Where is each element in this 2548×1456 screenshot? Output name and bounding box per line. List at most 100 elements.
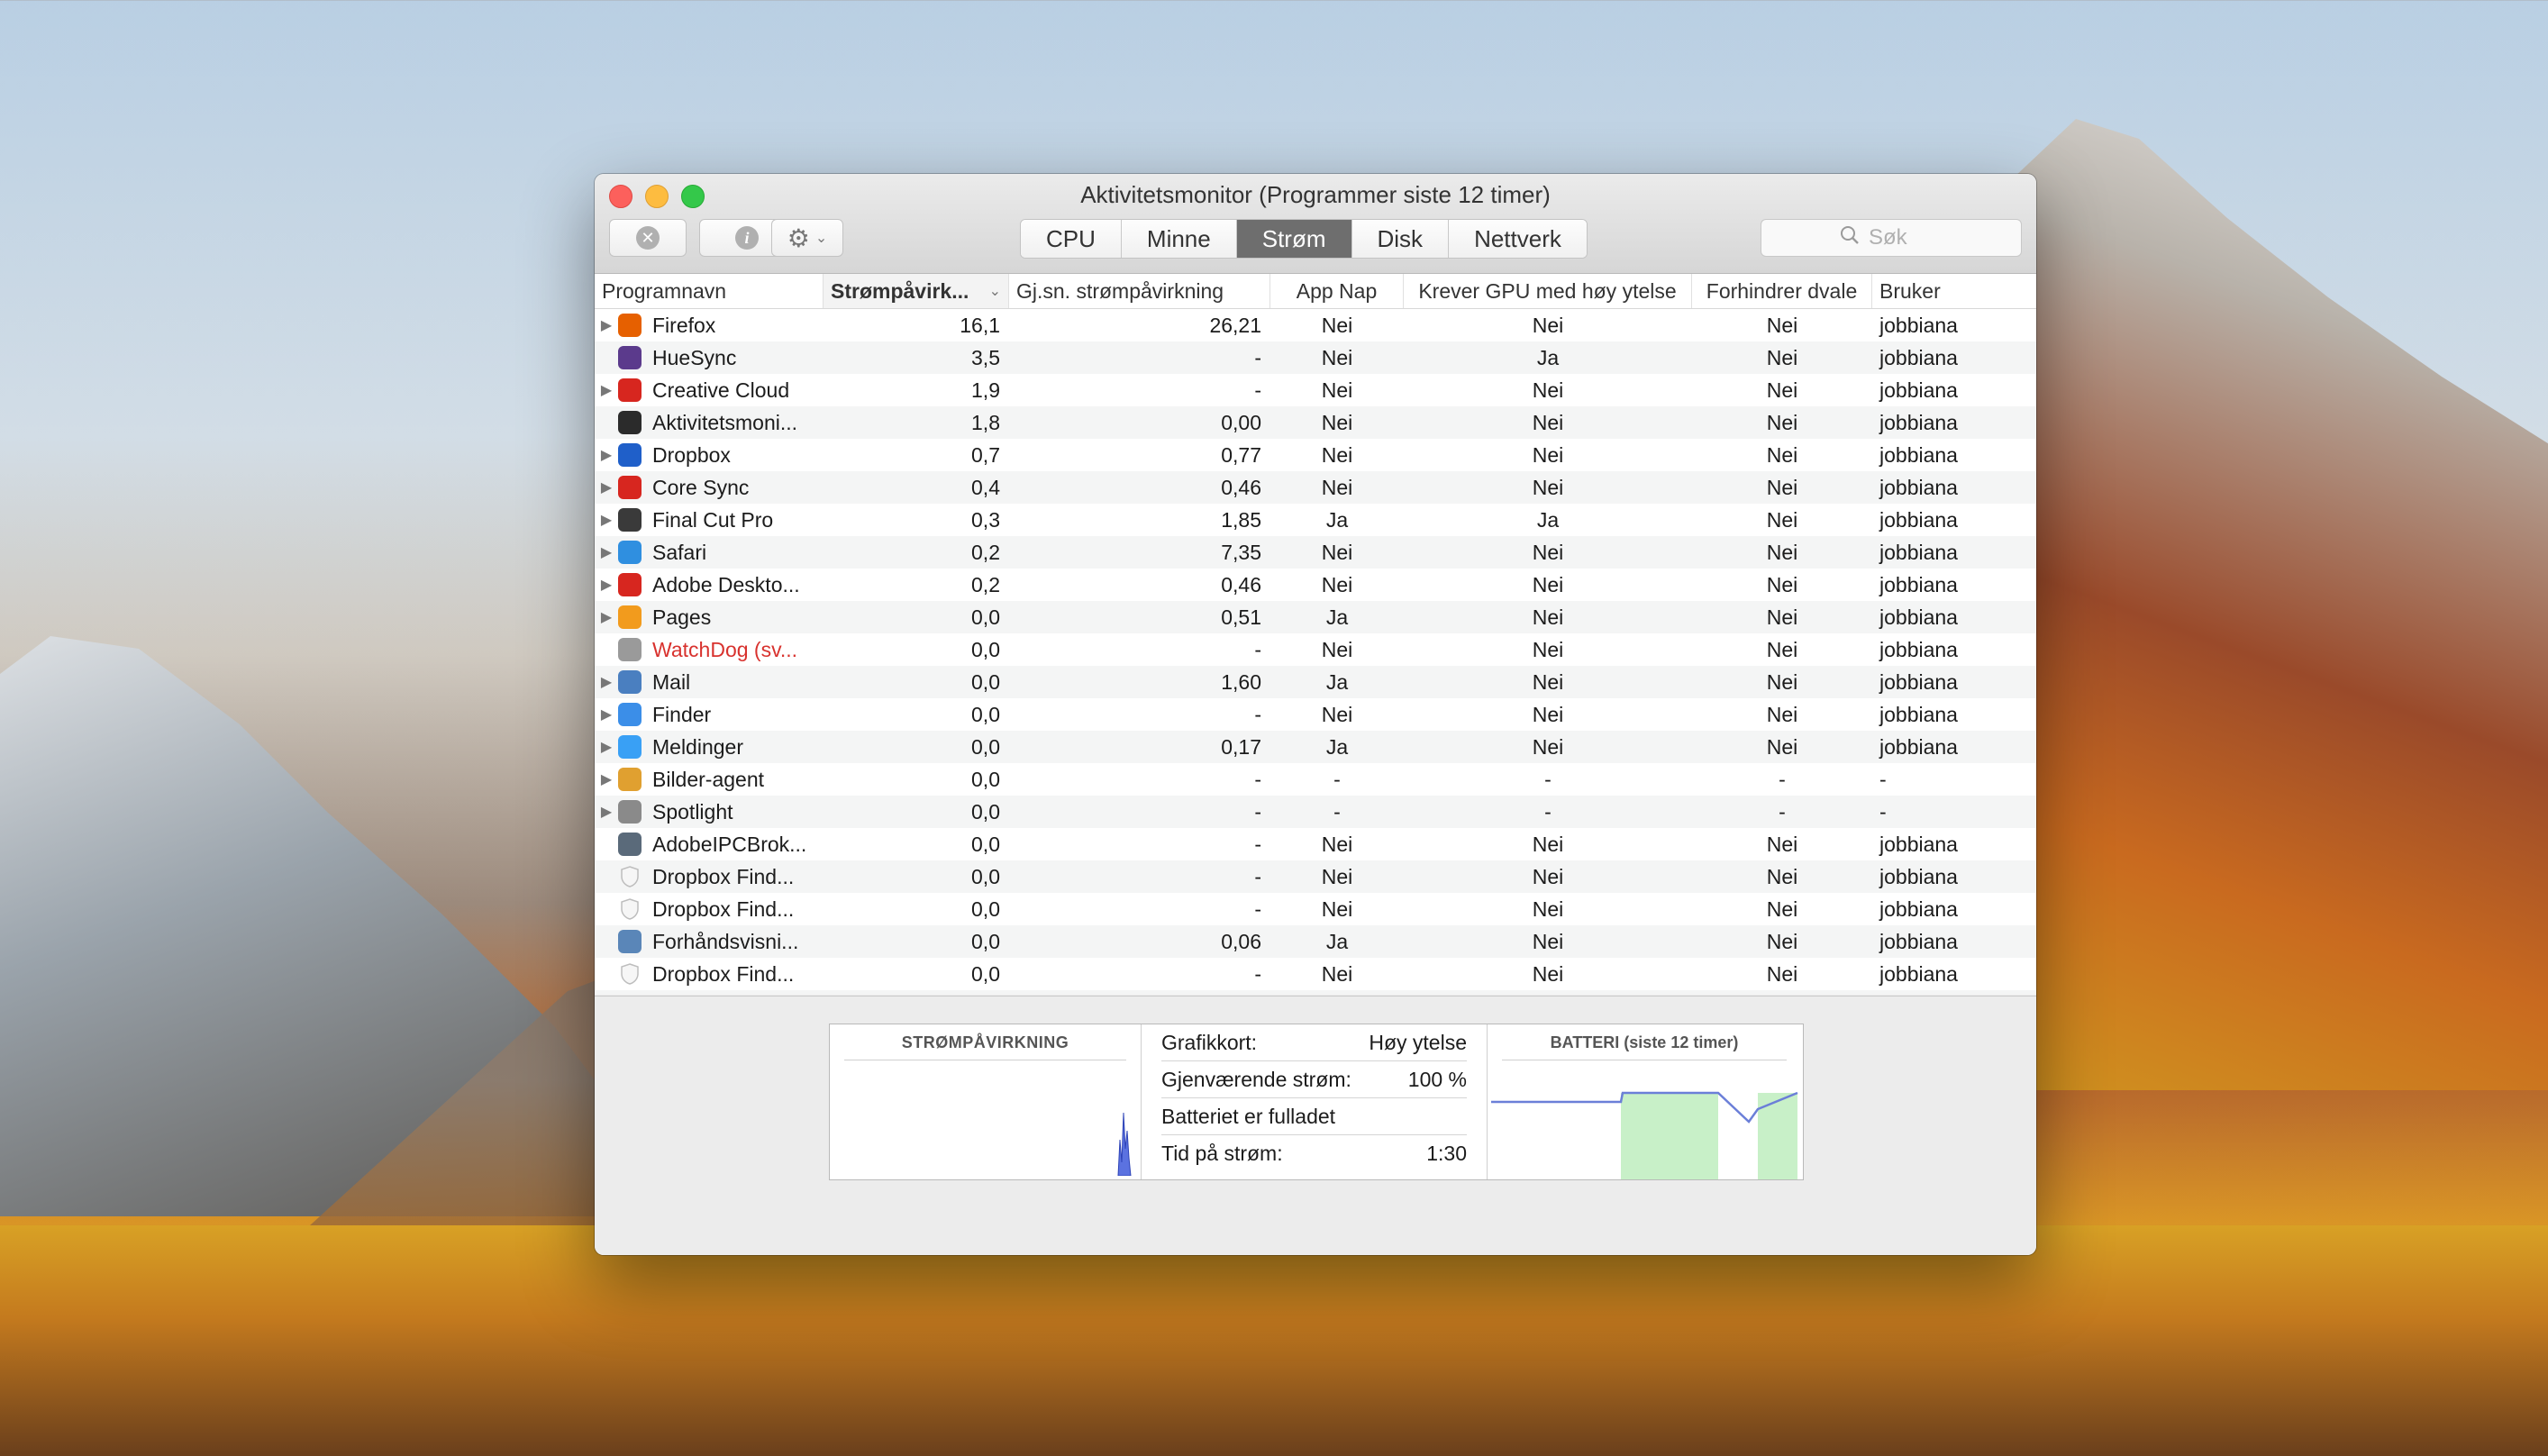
activity-monitor-icon — [618, 411, 642, 434]
mail-icon — [618, 670, 642, 694]
actions-menu-button[interactable]: ⚙ ⌄ — [771, 219, 843, 257]
battery-graph: BATTERI (siste 12 timer) — [1488, 1024, 1801, 1179]
close-circle-icon: ✕ — [636, 226, 660, 250]
tab-strøm[interactable]: Strøm — [1236, 220, 1352, 258]
table-row[interactable]: Dropbox Find...0,0-NeiNeiNeijobbiana — [595, 860, 2036, 893]
column-header-programnavn[interactable]: Programnavn — [595, 274, 824, 308]
table-row[interactable]: ▶ Bilder-agent 0,0 - - - - - — [595, 763, 2036, 796]
table-row[interactable]: ▶ Adobe Deskto... 0,2 0,46 Nei Nei Nei jobbiana — [595, 569, 2036, 601]
energy-impact-cell: 0,0 — [824, 990, 1009, 996]
energy-impact-graph-title: STRØMPÅVIRKNING — [844, 1033, 1126, 1060]
energy-impact-cell: 0,4 — [971, 475, 1000, 499]
table-row[interactable]: ▶ Spotlight 0,0 - - - - - — [595, 796, 2036, 828]
disclosure-triangle-icon[interactable]: ▶ — [595, 673, 618, 691]
disclosure-triangle-icon[interactable]: ▶ — [595, 478, 618, 496]
energy-impact-cell: 0,0 — [971, 832, 1000, 856]
column-header-energy-impact[interactable]: Strømpåvirk... ⌄ — [824, 274, 1009, 308]
disclosure-triangle-icon[interactable]: ▶ — [595, 803, 618, 821]
tab-minne[interactable]: Minne — [1121, 220, 1237, 258]
disclosure-triangle-icon[interactable]: ▶ — [595, 738, 618, 756]
table-row[interactable]: ▶ Final Cut Pro 0,3 1,85 Ja Ja Nei jobbiana — [595, 504, 2036, 536]
high-perf-gpu-cell: - — [1544, 767, 1552, 791]
tab-nettverk[interactable]: Nettverk — [1449, 220, 1587, 258]
tab-cpu[interactable]: CPU — [1021, 220, 1122, 258]
search-input[interactable] — [1867, 224, 1943, 251]
process-name: Bilder-agent — [652, 767, 765, 791]
column-header-avg-energy[interactable]: Gj.sn. strømpåvirkning — [1009, 274, 1270, 308]
table-row[interactable]: ▶ Creative Cloud 1,9 - Nei Nei Nei jobbiana — [595, 374, 2036, 406]
table-row[interactable]: ▶ Meldinger 0,0 0,17 Ja Nei Nei jobbiana — [595, 731, 2036, 763]
avg-energy-cell: 0,46 — [1221, 572, 1261, 596]
app-nap-cell: Nei — [1321, 313, 1353, 337]
creative-cloud-icon — [618, 378, 642, 402]
table-row[interactable]: Forhåndsvisni... 0,0 0,06 Ja Nei Nei jobbiana — [595, 925, 2036, 958]
table-row[interactable]: Dropbox Find...0,0-NeiNeiNeijobbiana — [595, 958, 2036, 990]
table-row[interactable]: Dropbox Find...0,0-NeiNeiNeijobbiana — [595, 893, 2036, 925]
disclosure-triangle-icon[interactable]: ▶ — [595, 511, 618, 529]
table-row[interactable]: ▶ Finder 0,0 - Nei Nei Nei jobbiana — [595, 698, 2036, 731]
app-nap-cell: Ja — [1325, 605, 1349, 629]
app-nap-cell: Nei — [1321, 961, 1353, 986]
table-row[interactable]: ▶ Dropbox 0,7 0,77 Nei Nei Nei jobbiana — [595, 439, 2036, 471]
process-name-cell: HueSync — [595, 341, 824, 374]
energy-impact-area — [1117, 1112, 1132, 1176]
table-row[interactable]: ▶ Mail 0,0 1,60 Ja Nei Nei jobbiana — [595, 666, 2036, 698]
disclosure-triangle-icon[interactable]: ▶ — [595, 446, 618, 464]
process-name: Dropbox Find... — [652, 864, 795, 888]
process-name-cell: ▶ Adobe Deskto... — [595, 569, 824, 601]
tab-disk[interactable]: Disk — [1351, 220, 1450, 258]
process-name: Pages — [652, 605, 712, 629]
disclosure-triangle-icon[interactable]: ▶ — [595, 705, 618, 723]
process-name-cell: Dropbox Find... — [595, 958, 824, 990]
high-perf-gpu-cell: Nei — [1532, 734, 1564, 759]
table-row[interactable]: HueSync 3,5 - Nei Ja Nei jobbiana — [595, 341, 2036, 374]
avg-energy-cell: 0,51 — [1221, 605, 1261, 629]
disclosure-triangle-icon[interactable]: ▶ — [595, 608, 618, 626]
table-row[interactable]: WatchDog (sv... 0,0 - Nei Nei Nei jobbiana — [595, 633, 2036, 666]
prevent-sleep-cell: Nei — [1766, 313, 1798, 337]
table-row[interactable]: ▶ Pages 0,0 0,51 Ja Nei Nei jobbiana — [595, 601, 2036, 633]
dropbox-icon — [618, 443, 642, 467]
disclosure-triangle-icon[interactable]: ▶ — [595, 543, 618, 561]
disclosure-triangle-icon[interactable]: ▶ — [595, 381, 618, 399]
energy-impact-cell: 0,0 — [971, 637, 1000, 661]
disclosure-triangle-icon[interactable]: ▶ — [595, 316, 618, 334]
search-field[interactable] — [1761, 219, 2022, 257]
process-name: HueSync — [652, 345, 737, 369]
column-header-app-nap[interactable]: App Nap — [1270, 274, 1404, 308]
table-row[interactable]: ▶ Firefox 16,1 26,21 Nei Nei Nei jobbiana — [595, 309, 2036, 341]
stop-process-button[interactable]: ✕ — [609, 219, 687, 257]
prevent-sleep-cell: Nei — [1766, 345, 1798, 369]
user-cell: jobbiana — [1879, 378, 1958, 402]
column-header-high-perf-gpu[interactable]: Krever GPU med høy ytelse — [1404, 274, 1692, 308]
app-nap-cell: Nei — [1321, 702, 1353, 726]
energy-impact-cell: 0,0 — [971, 896, 1000, 921]
table-row[interactable]: ▶ Core Sync 0,4 0,46 Nei Nei Nei jobbiana — [595, 471, 2036, 504]
energy-impact-cell: 0,2 — [971, 572, 1000, 596]
chevron-down-icon: ⌄ — [814, 231, 828, 246]
avg-energy-cell: 1,85 — [1221, 507, 1261, 532]
info-icon: i — [735, 226, 759, 250]
app-nap-cell: Nei — [1270, 990, 1404, 996]
disclosure-triangle-icon[interactable]: ▶ — [595, 770, 618, 788]
table-header: Programnavn Strømpåvirk... ⌄ Gj.sn. strø… — [595, 274, 2036, 309]
prevent-sleep-cell: Nei — [1766, 832, 1798, 856]
user-cell: jobbiana — [1879, 572, 1958, 596]
high-perf-gpu-cell: Nei — [1404, 990, 1692, 996]
user-cell: jobbiana — [1879, 605, 1958, 629]
avg-energy-cell: - — [1254, 345, 1261, 369]
column-header-prevent-sleep[interactable]: Forhindrer dvale — [1692, 274, 1872, 308]
process-name-cell: ▶ Meldinger — [595, 731, 824, 763]
battery-info-row: Gjenværende strøm: 100 % — [1161, 1061, 1467, 1098]
user-cell: jobbiana — [1879, 669, 1958, 694]
table-row[interactable]: Dropbox Find...0,0-NeiNeiNeijobbiana — [595, 990, 2036, 995]
user-cell: jobbiana — [1879, 896, 1958, 921]
energy-impact-cell: 0,0 — [971, 961, 1000, 986]
process-name: WatchDog (sv... — [652, 637, 798, 661]
high-perf-gpu-cell: Nei — [1532, 572, 1564, 596]
disclosure-triangle-icon[interactable]: ▶ — [595, 576, 618, 594]
table-row[interactable]: Aktivitetsmoni... 1,8 0,00 Nei Nei Nei jobbian… — [595, 406, 2036, 439]
table-row[interactable]: ▶ Safari 0,2 7,35 Nei Nei Nei jobbiana — [595, 536, 2036, 569]
table-row[interactable]: AdobeIPCBrok... 0,0 - Nei Nei Nei jobbiana — [595, 828, 2036, 860]
column-header-user[interactable]: Bruker — [1872, 274, 2036, 308]
